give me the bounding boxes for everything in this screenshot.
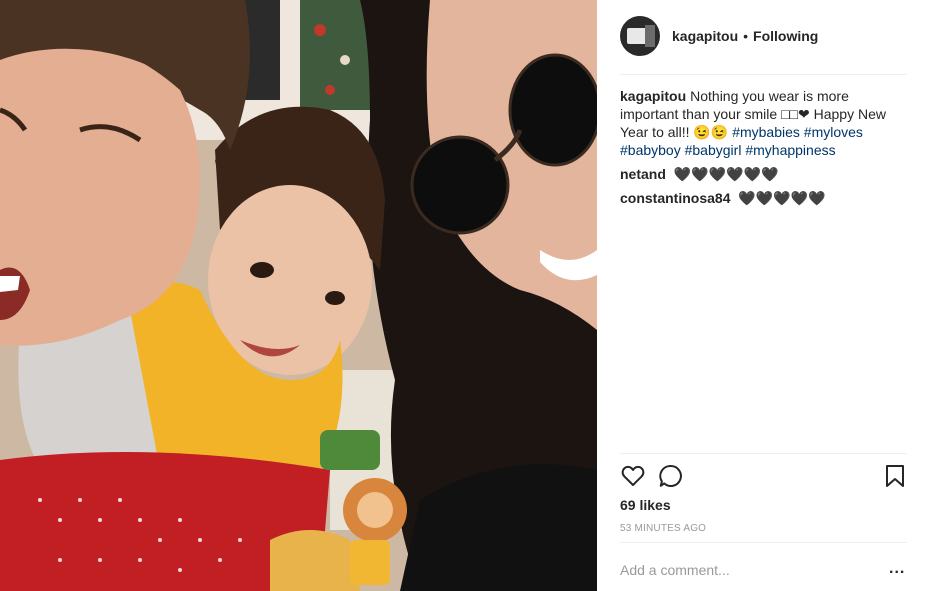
author-username[interactable]: kagapitou: [672, 28, 738, 44]
hashtag-link[interactable]: #mybabies: [732, 124, 800, 140]
divider: [620, 453, 907, 454]
caption-emoji: □□❤: [781, 106, 810, 122]
caption-emoji-faces: 😉😉: [693, 124, 729, 140]
post-side-panel: kagapitou • Following kagapitou Nothing y…: [597, 0, 925, 591]
comments-list: kagapitou Nothing you wear is more import…: [620, 87, 910, 213]
add-comment-input[interactable]: [620, 560, 880, 580]
avatar[interactable]: [620, 16, 660, 56]
comment-item: constantinosa84 🖤🖤🖤🖤🖤: [620, 189, 910, 207]
post-photo-illustration: [0, 0, 597, 591]
like-button[interactable]: [620, 463, 646, 489]
heart-outline-icon: [621, 465, 645, 486]
header-separator: •: [743, 28, 749, 44]
divider: [620, 74, 907, 75]
hashtag-link[interactable]: #myhappiness: [745, 142, 835, 158]
following-button[interactable]: Following: [753, 28, 818, 44]
comment-item: netand 🖤🖤🖤🖤🖤🖤: [620, 165, 910, 183]
likes-count[interactable]: 69 likes: [620, 497, 671, 513]
comment-username[interactable]: constantinosa84: [620, 190, 730, 206]
hashtag-link[interactable]: #babygirl: [685, 142, 742, 158]
divider: [620, 542, 907, 543]
post-photo[interactable]: [0, 0, 597, 591]
post-timestamp[interactable]: 53 MINUTES AGO: [620, 523, 706, 534]
comment-button[interactable]: [658, 463, 684, 489]
hashtag-link[interactable]: #myloves: [804, 124, 863, 140]
post-header: kagapitou • Following: [620, 16, 907, 56]
comment-text: 🖤🖤🖤🖤🖤: [738, 190, 826, 206]
caption-username[interactable]: kagapitou: [620, 88, 686, 104]
hashtag-link[interactable]: #babyboy: [620, 142, 681, 158]
action-bar: [620, 463, 910, 489]
caption: kagapitou Nothing you wear is more import…: [620, 87, 910, 159]
comment-username[interactable]: netand: [620, 166, 666, 182]
avatar-image-detail: [645, 25, 655, 47]
comment-bubble-icon: [659, 464, 682, 487]
header-text: kagapitou • Following: [672, 28, 818, 44]
bookmark-icon: [886, 465, 904, 487]
save-button[interactable]: [882, 463, 908, 489]
comment-text: 🖤🖤🖤🖤🖤🖤: [673, 166, 779, 182]
more-options-icon[interactable]: ...: [889, 560, 905, 578]
